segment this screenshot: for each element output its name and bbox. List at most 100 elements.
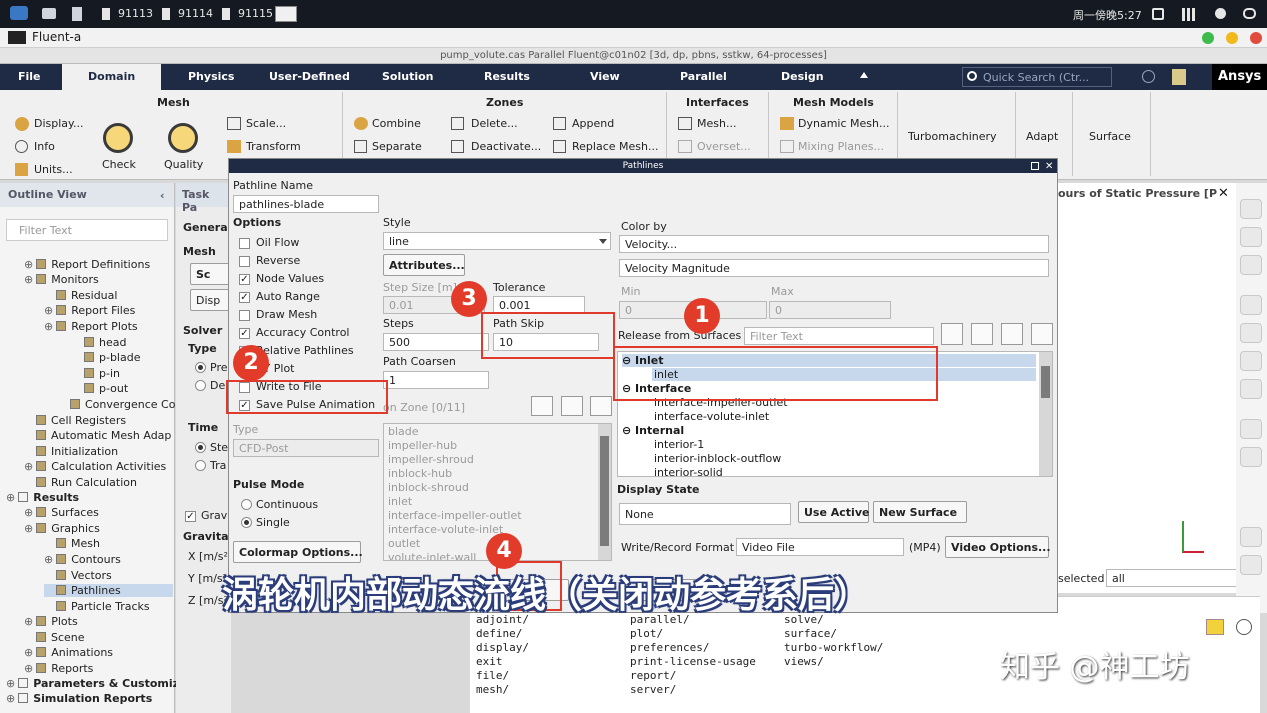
rotate-icon[interactable] [1240,199,1262,219]
task-91115[interactable]: 91115 [238,7,273,20]
start-menu-icon[interactable] [10,6,28,20]
graphics-tab-title[interactable]: ours of Static Pressure [P [1058,187,1217,200]
max-input[interactable]: 0 [769,301,891,319]
outline-item-plot-p-in[interactable]: p-in [72,367,173,380]
fluent-app-icon[interactable] [275,6,297,22]
pathline-name-input[interactable]: pathlines-blade [233,195,379,213]
outline-item-plot-head[interactable]: head [72,336,173,349]
select-all-icon[interactable] [531,396,553,416]
network-icon[interactable] [1152,8,1164,20]
task-91114[interactable]: 91114 [178,7,213,20]
outline-item-automatic-mesh-adaption[interactable]: Automatic Mesh Adap [24,429,173,442]
mixing-planes-button[interactable]: Mixing Planes... [798,140,884,153]
option-checkbox[interactable]: ✓ [239,328,250,339]
attributes-button[interactable]: Attributes... [383,254,465,276]
surface-group[interactable]: ⊖ Internal [622,424,1036,437]
tab-view[interactable]: View [590,70,620,83]
ruler-icon[interactable] [1240,447,1262,467]
filter-options-icon[interactable] [941,323,963,345]
outline-item-scene[interactable]: Scene [24,631,173,644]
expand-toggle-icon[interactable]: ⊕ [6,677,15,690]
expand-toggle-icon[interactable]: ⊕ [44,553,53,566]
axes-icon[interactable] [1240,419,1262,439]
outline-item-reports[interactable]: ⊕ Reports [24,662,173,675]
outline-item-calculation-activities[interactable]: ⊕ Calculation Activities [24,460,173,473]
surfaces-scrollbar[interactable] [1039,352,1052,476]
surface-list-item[interactable]: interior-1 [654,438,704,451]
zone-list-item[interactable]: inblock-hub [388,467,452,480]
close-icon[interactable] [1250,32,1262,44]
outline-item-vectors[interactable]: Vectors [44,569,173,582]
surface-list-item[interactable]: interface-volute-inlet [654,410,769,423]
release-filter-input[interactable]: Filter Text [744,327,934,345]
steady-radio[interactable] [195,442,206,453]
expand-toggle-icon[interactable]: ⊕ [6,692,15,705]
collapse-panel-icon[interactable]: ‹ [160,189,165,202]
zones-separate-button[interactable]: Separate [372,140,422,153]
pan-icon[interactable] [1240,227,1262,247]
outline-item-pathlines[interactable]: Pathlines [44,584,173,597]
path-coarsen-input[interactable]: 1 [383,371,489,389]
apps-grid-icon[interactable] [1182,8,1195,21]
new-surface-button[interactable]: New Surface [873,501,967,523]
close-tab-icon[interactable]: ✕ [1218,186,1229,201]
scale-button[interactable]: Sc [190,263,232,285]
zones-deactivate-button[interactable]: Deactivate... [471,140,541,153]
gravity-checkbox[interactable]: ✓ [185,511,196,522]
zones-replace-mesh-button[interactable]: Replace Mesh... [572,140,658,153]
style-dropdown[interactable]: line [383,232,611,250]
minimize-icon[interactable] [1202,32,1214,44]
view-icon[interactable] [1240,295,1262,315]
task-icon[interactable] [222,8,230,20]
warning-icon[interactable] [1206,619,1224,635]
user-icon[interactable] [1215,8,1226,19]
maximize-icon[interactable] [1226,32,1238,44]
zones-combine-button[interactable]: Combine [372,117,421,130]
interfaces-overset-button[interactable]: Overset... [697,140,751,153]
chat-icon[interactable] [1243,8,1256,19]
display-button[interactable]: Disp [190,289,232,311]
tab-domain[interactable]: Domain [62,64,162,90]
expand-toggle-icon[interactable]: ⊕ [24,522,33,535]
zone-list-item[interactable]: inlet [388,495,412,508]
outline-item-report-definitions[interactable]: ⊕ Report Definitions [24,258,173,271]
terminal-icon[interactable] [72,7,82,21]
orient-icon[interactable] [1240,323,1262,343]
outline-item-contours[interactable]: ⊕ Contours [44,553,173,566]
task-91113[interactable]: 91113 [118,7,153,20]
mesh-quality-button[interactable]: Quality [164,158,203,171]
outline-item-graphics[interactable]: ⊕ Graphics [24,522,173,535]
option-checkbox[interactable]: ✓ [239,274,250,285]
deselect-icon[interactable] [1031,323,1053,345]
outline-item-run-calculation[interactable]: Run Calculation [24,476,173,489]
transient-radio[interactable] [195,460,206,471]
selected-dropdown[interactable]: all [1106,569,1256,587]
outline-item-cell-registers[interactable]: Cell Registers [24,414,173,427]
option-checkbox[interactable] [239,256,250,267]
density-based-radio[interactable] [195,380,206,391]
zoom-icon[interactable] [1240,255,1262,275]
mesh-check-button[interactable]: Check [102,158,136,171]
notes-icon[interactable] [1172,69,1186,85]
outline-item-residual[interactable]: Residual [44,289,173,302]
select-checked-icon[interactable] [1001,323,1023,345]
zone-list-item[interactable]: interface-impeller-outlet [388,509,522,522]
turbomachinery-group[interactable]: Turbomachinery [908,130,997,143]
help-icon[interactable] [1142,70,1155,83]
outline-item-parameters-customization[interactable]: ⊕ Parameters & Customiza [6,677,186,690]
steps-input[interactable]: 500 [383,333,489,351]
expand-toggle-icon[interactable]: ⊕ [24,273,33,286]
pulse-single-radio[interactable] [241,517,252,528]
filter-selected-icon[interactable] [971,323,993,345]
option-checkbox[interactable] [239,310,250,321]
zones-delete-button[interactable]: Delete... [471,117,518,130]
expand-toggle-icon[interactable]: ⊕ [6,491,15,504]
tab-solution[interactable]: Solution [382,70,434,83]
outline-item-results[interactable]: ⊕ Results [6,491,173,504]
expand-toggle-icon[interactable]: ⊕ [24,506,33,519]
mesh-transform-button[interactable]: Transform [246,140,301,153]
select-checked-icon[interactable] [561,396,583,416]
outline-item-animations[interactable]: ⊕ Animations [24,646,173,659]
zone-list-item[interactable]: inblock-shroud [388,481,469,494]
option-checkbox[interactable]: ✓ [239,292,250,303]
